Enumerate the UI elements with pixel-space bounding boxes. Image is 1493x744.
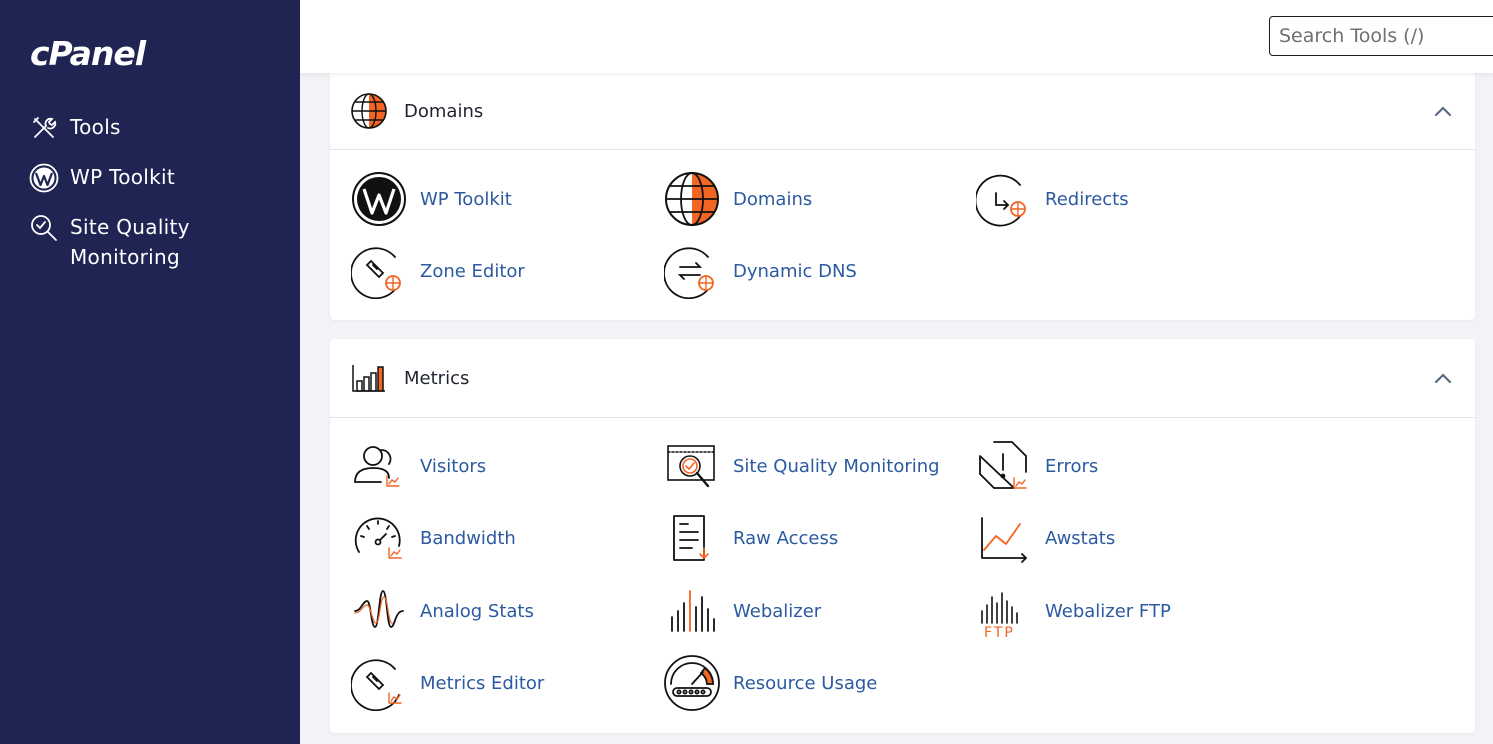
tool-label: Domains — [733, 188, 813, 210]
tool-domains[interactable]: Domains — [663, 169, 812, 229]
tool-label: Bandwidth — [420, 527, 516, 549]
tool-label: Errors — [1045, 455, 1099, 477]
metrics-section: Metrics Visitors Site Quality Monitoring… — [330, 339, 1475, 733]
tools-icon — [28, 112, 60, 144]
zone-editor-icon — [350, 242, 408, 300]
section-title: Domains — [404, 100, 484, 122]
tool-site-quality-monitoring[interactable]: Site Quality Monitoring — [663, 436, 940, 496]
redirect-icon — [975, 170, 1033, 228]
chevron-up-icon[interactable] — [1433, 368, 1453, 388]
tool-label: Analog Stats — [420, 600, 534, 622]
chevron-up-icon[interactable] — [1433, 101, 1453, 121]
tool-zone-editor[interactable]: Zone Editor — [350, 241, 525, 301]
tool-dynamic-dns[interactable]: Dynamic DNS — [663, 241, 857, 301]
cpanel-logo[interactable]: cPanel — [30, 34, 146, 73]
tool-label: Raw Access — [733, 527, 839, 549]
webalizer-ftp-icon: FTP — [975, 582, 1033, 640]
ftp-icon-text: FTP — [984, 625, 1015, 639]
errors-icon — [975, 437, 1033, 495]
tool-resource-usage[interactable]: Resource Usage — [663, 653, 877, 713]
sidebar: cPanel Tools WP Toolkit Site Quality Mon… — [0, 0, 300, 744]
globe-icon — [350, 92, 388, 130]
wordpress-icon — [28, 162, 60, 194]
sidebar-item-site-quality[interactable]: Site Quality Monitoring — [28, 212, 288, 272]
wordpress-icon — [350, 170, 408, 228]
site-quality-icon — [28, 212, 60, 244]
analog-stats-icon — [350, 582, 408, 640]
webalizer-icon — [663, 582, 721, 640]
tool-label: Awstats — [1045, 527, 1116, 549]
tool-awstats[interactable]: Awstats — [975, 508, 1115, 568]
site-quality-icon — [663, 437, 721, 495]
tool-label: Visitors — [420, 455, 487, 477]
tool-label: Zone Editor — [420, 260, 525, 282]
globe-icon — [663, 170, 721, 228]
sidebar-item-label: Tools — [70, 115, 121, 139]
tool-label: Webalizer — [733, 600, 822, 622]
section-title: Metrics — [404, 367, 470, 389]
domains-section: Domains WP Toolkit Domains Redirects Zon… — [330, 73, 1475, 320]
awstats-icon — [975, 509, 1033, 567]
tool-webalizer[interactable]: Webalizer — [663, 581, 821, 641]
metrics-section-header[interactable]: Metrics — [330, 339, 1475, 418]
bar-chart-icon — [350, 359, 388, 397]
tool-label: Dynamic DNS — [733, 260, 857, 282]
bandwidth-icon — [350, 509, 408, 567]
search-input[interactable] — [1269, 16, 1493, 56]
tool-label: WP Toolkit — [420, 188, 512, 210]
domains-section-header[interactable]: Domains — [330, 73, 1475, 150]
tool-webalizer-ftp[interactable]: FTP Webalizer FTP — [975, 581, 1171, 641]
tool-errors[interactable]: Errors — [975, 436, 1098, 496]
tool-label: Metrics Editor — [420, 672, 545, 694]
dynamic-dns-icon — [663, 242, 721, 300]
sidebar-item-label: WP Toolkit — [70, 165, 176, 189]
sidebar-item-wp-toolkit[interactable]: WP Toolkit — [28, 162, 288, 194]
metrics-editor-icon — [350, 654, 408, 712]
tool-bandwidth[interactable]: Bandwidth — [350, 508, 516, 568]
tool-label: Redirects — [1045, 188, 1129, 210]
sidebar-nav: Tools WP Toolkit Site Quality Monitoring — [28, 112, 288, 290]
tool-redirects[interactable]: Redirects — [975, 169, 1129, 229]
tool-label: Resource Usage — [733, 672, 878, 694]
sidebar-item-label: Site Quality Monitoring — [70, 215, 190, 269]
visitors-icon — [350, 437, 408, 495]
tool-raw-access[interactable]: Raw Access — [663, 508, 838, 568]
raw-access-icon — [663, 509, 721, 567]
tool-wp-toolkit[interactable]: WP Toolkit — [350, 169, 512, 229]
tool-metrics-editor[interactable]: Metrics Editor — [350, 653, 544, 713]
sidebar-item-tools[interactable]: Tools — [28, 112, 288, 144]
tool-analog-stats[interactable]: Analog Stats — [350, 581, 534, 641]
tool-label: Webalizer FTP — [1045, 600, 1171, 622]
resource-usage-icon — [663, 654, 721, 712]
top-header — [300, 0, 1493, 73]
tool-visitors[interactable]: Visitors — [350, 436, 486, 496]
tool-label: Site Quality Monitoring — [733, 455, 940, 477]
